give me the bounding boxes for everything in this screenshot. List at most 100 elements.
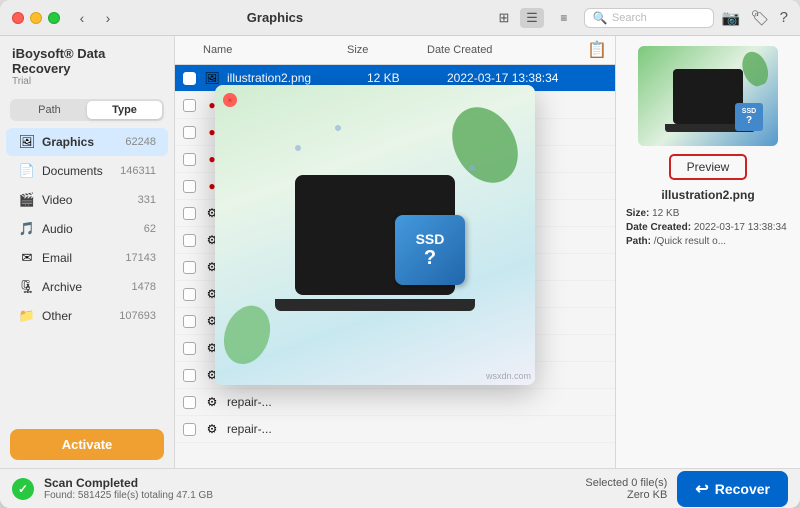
window-title: Graphics (58, 10, 492, 25)
dot-2 (335, 125, 341, 131)
preview-date-value: 2022-03-17 13:38:34 (694, 222, 787, 233)
row-checkbox[interactable] (183, 180, 203, 193)
help-icon[interactable]: ? (780, 9, 788, 26)
sidebar-label-documents: Documents (42, 164, 120, 178)
recover-label: Recover (715, 481, 770, 497)
preview-date-label: Date Created: (626, 222, 691, 233)
preview-popup: × SSD ? (215, 85, 535, 385)
search-placeholder: Search (612, 12, 647, 24)
sidebar-label-video: Video (42, 193, 138, 207)
sidebar-count-documents: 146311 (120, 165, 156, 177)
sidebar-count-archive: 1478 (132, 281, 156, 293)
app-window: ‹ › Graphics ⊞ ☰ ≡ 🔍 Search 📷 🏷 ? (0, 0, 800, 508)
file-size: 12 KB (367, 71, 447, 85)
header-size: Size (347, 44, 427, 56)
preview-path-value: /Quick result o... (654, 236, 726, 247)
imac-illustration: SSD ? (295, 175, 455, 295)
sidebar-item-other[interactable]: 📁 Other 107693 (6, 302, 168, 330)
activate-button[interactable]: Activate (10, 429, 164, 460)
email-icon: ✉ (18, 249, 36, 267)
tag-icon[interactable]: 🏷 (751, 9, 770, 27)
preview-button[interactable]: Preview (669, 154, 748, 180)
row-checkbox[interactable] (183, 342, 203, 355)
sidebar-item-documents[interactable]: 📄 Documents 146311 (6, 157, 168, 185)
popup-image: SSD ? wsxdn.com (215, 85, 535, 385)
documents-icon: 📄 (18, 162, 36, 180)
sidebar-count-video: 331 (138, 194, 156, 206)
status-main-text: Scan Completed (44, 476, 213, 490)
sidebar-brand: iBoysoft® Data Recovery Trial (0, 36, 174, 93)
preview-date-row: Date Created: 2022-03-17 13:38:34 (626, 222, 790, 233)
row-checkbox[interactable] (183, 288, 203, 301)
row-checkbox[interactable] (183, 423, 203, 436)
traffic-lights (12, 12, 60, 24)
preview-size-value: 12 KB (652, 208, 679, 219)
titlebar-right: ⊞ ☰ ≡ 🔍 Search 📷 🏷 ? (492, 8, 788, 28)
sidebar-tabs: Path Type (10, 99, 164, 121)
archive-icon: 🗜 (18, 278, 36, 296)
row-checkbox[interactable] (183, 99, 203, 112)
dot-1 (295, 145, 301, 151)
camera-icon[interactable]: 📷 (722, 9, 741, 27)
sidebar-item-archive[interactable]: 🗜 Archive 1478 (6, 273, 168, 301)
row-checkbox[interactable] (183, 126, 203, 139)
view-toggle: ⊞ ☰ (492, 8, 544, 28)
file-name: repair-... (227, 422, 607, 436)
row-checkbox[interactable] (183, 396, 203, 409)
file-name: repair-... (227, 395, 607, 409)
preview-path-row: Path: /Quick result o... (626, 236, 790, 247)
preview-filename: illustration2.png (661, 188, 754, 202)
file-list: × SSD ? (175, 65, 615, 468)
row-checkbox[interactable] (183, 369, 203, 382)
list-view-button[interactable]: ☰ (520, 8, 544, 28)
search-icon: 🔍 (593, 11, 608, 25)
recover-icon: ↩ (695, 479, 708, 499)
sidebar-count-email: 17143 (125, 252, 156, 264)
status-sub-text: Found: 581425 file(s) totaling 47.1 GB (44, 490, 213, 501)
audio-icon: 🎵 (18, 220, 36, 238)
header-date: Date Created (427, 44, 587, 56)
preview-size-row: Size: 12 KB (626, 208, 790, 219)
recover-button[interactable]: ↩ Recover (677, 471, 788, 507)
grid-view-button[interactable]: ⊞ (492, 8, 516, 28)
scan-complete-icon: ✓ (12, 478, 34, 500)
sidebar-label-other: Other (42, 309, 119, 323)
row-checkbox[interactable] (183, 261, 203, 274)
dot-3 (469, 165, 475, 171)
sidebar-item-email[interactable]: ✉ Email 17143 (6, 244, 168, 272)
filter-button[interactable]: ≡ (552, 8, 576, 28)
close-button[interactable] (12, 12, 24, 24)
titlebar: ‹ › Graphics ⊞ ☰ ≡ 🔍 Search 📷 🏷 ? (0, 0, 800, 36)
video-icon: 🎬 (18, 191, 36, 209)
preview-info: Size: 12 KB Date Created: 2022-03-17 13:… (626, 208, 790, 250)
sidebar-count-other: 107693 (119, 310, 156, 322)
sidebar-items: 🖼 Graphics 62248 📄 Documents 146311 🎬 Vi… (0, 127, 174, 421)
table-row[interactable]: ⚙ repair-... (175, 416, 615, 443)
row-checkbox[interactable] (183, 315, 203, 328)
sidebar-item-audio[interactable]: 🎵 Audio 62 (6, 215, 168, 243)
status-bar: ✓ Scan Completed Found: 581425 file(s) t… (0, 468, 800, 508)
preview-path-label: Path: (626, 236, 651, 247)
file-type-icon: ⚙ (203, 393, 221, 411)
tab-type[interactable]: Type (87, 101, 162, 119)
thumb-ssd: SSD? (735, 103, 763, 131)
minimize-button[interactable] (30, 12, 42, 24)
sidebar-label-audio: Audio (42, 222, 144, 236)
selected-size-text: Zero KB (585, 489, 667, 501)
sidebar-count-graphics: 62248 (125, 136, 156, 148)
tab-path[interactable]: Path (12, 101, 87, 119)
brand-name: iBoysoft® Data Recovery (12, 46, 162, 76)
row-checkbox[interactable] (183, 72, 203, 85)
table-row[interactable]: ⚙ repair-... (175, 389, 615, 416)
file-area: Name Size Date Created 📋 × (175, 36, 615, 468)
row-checkbox[interactable] (183, 234, 203, 247)
popup-close-button[interactable]: × (223, 93, 237, 107)
row-checkbox[interactable] (183, 153, 203, 166)
header-action: 📋 (587, 40, 607, 60)
other-icon: 📁 (18, 307, 36, 325)
sidebar-item-video[interactable]: 🎬 Video 331 (6, 186, 168, 214)
search-box[interactable]: 🔍 Search (584, 8, 714, 28)
sidebar-item-graphics[interactable]: 🖼 Graphics 62248 (6, 128, 168, 156)
row-checkbox[interactable] (183, 207, 203, 220)
header-name: Name (203, 44, 347, 56)
